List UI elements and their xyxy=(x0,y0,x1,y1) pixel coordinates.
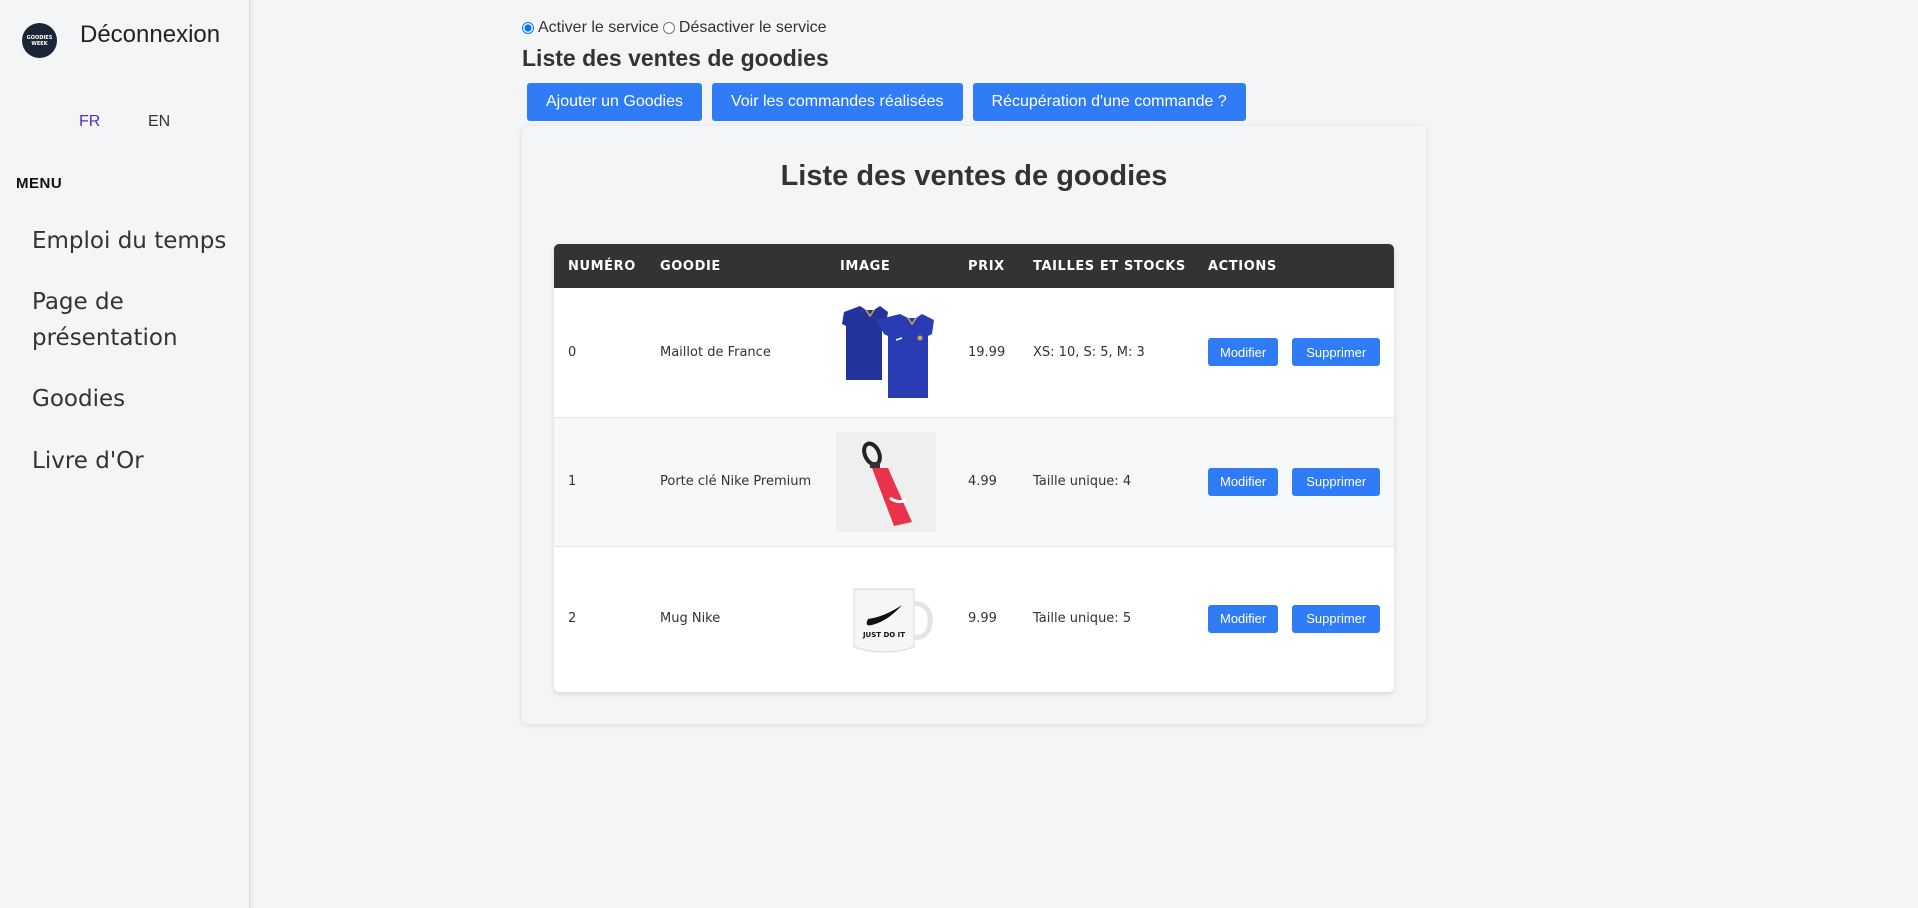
cell-actions: Modifier Supprimer xyxy=(1194,288,1394,418)
delete-button[interactable]: Supprimer xyxy=(1292,338,1381,367)
cell-numero: 1 xyxy=(554,417,646,547)
table-row: 2 Mug Nike JUST DO IT 9.99 Taille unique… xyxy=(554,546,1394,691)
logo-text: GOODIES WEEK xyxy=(26,34,53,47)
col-header-goodie: GOODIE xyxy=(660,258,721,274)
edit-button[interactable]: Modifier xyxy=(1208,467,1279,496)
sidebar-nav: Emploi du temps Page de présentation Goo… xyxy=(32,223,232,505)
disable-service-radio[interactable] xyxy=(662,22,675,34)
cell-tailles: Taille unique: 5 xyxy=(1033,611,1132,627)
cell-image: JUST DO IT xyxy=(826,546,954,691)
enable-service-radio[interactable] xyxy=(522,22,534,34)
table-row: 0 Maillot de France 19.99 XS: 10, S: 5, … xyxy=(554,288,1394,418)
goodies-table-container: NUMÉRO GOODIE IMAGE PRIX TAILLES ET STOC… xyxy=(554,244,1394,692)
cell-image xyxy=(826,417,954,547)
cell-numero: 0 xyxy=(554,288,646,418)
goodie-name: Maillot de France xyxy=(660,344,771,360)
keychain-image xyxy=(836,431,936,532)
sidebar-item-emploi-du-temps[interactable]: Emploi du temps xyxy=(32,223,232,259)
card-title: Liste des ventes de goodies xyxy=(780,160,1168,192)
enable-service-label: Activer le service xyxy=(538,19,659,36)
logo[interactable]: GOODIES WEEK xyxy=(22,23,57,58)
edit-button[interactable]: Modifier xyxy=(1208,604,1279,633)
col-header-image: IMAGE xyxy=(840,258,891,274)
delete-button[interactable]: Supprimer xyxy=(1292,467,1381,496)
menu-title: MENU xyxy=(16,175,63,192)
goodie-name: Porte clé Nike Premium xyxy=(660,474,812,489)
view-orders-button[interactable]: Voir les commandes réalisées xyxy=(711,83,963,121)
logout-link[interactable]: Déconnexion xyxy=(80,21,220,49)
col-header-actions: ACTIONS xyxy=(1208,258,1277,274)
add-goodie-button[interactable]: Ajouter un Goodies xyxy=(527,83,702,121)
delete-button[interactable]: Supprimer xyxy=(1292,604,1381,633)
disable-service-label: Désactiver le service xyxy=(678,19,827,36)
col-header-tailles: TAILLES ET STOCKS xyxy=(1033,258,1186,274)
mug-print-text: JUST DO IT xyxy=(862,631,905,639)
sidebar-item-presentation[interactable]: Page de présentation xyxy=(32,284,232,356)
sidebar-item-livre-dor[interactable]: Livre d'Or xyxy=(32,443,232,479)
cell-tailles: Taille unique: 4 xyxy=(1019,417,1194,547)
table-header-row: NUMÉRO GOODIE IMAGE PRIX TAILLES ET STOC… xyxy=(554,244,1394,288)
page-title: Liste des ventes de goodies xyxy=(522,45,829,71)
lang-fr[interactable]: FR xyxy=(79,113,100,131)
cell-tailles: XS: 10, S: 5, M: 3 xyxy=(1019,288,1194,418)
cell-actions: Modifier Supprimer xyxy=(1194,546,1394,691)
sidebar: GOODIES WEEK Déconnexion FR EN MENU Empl… xyxy=(0,0,250,908)
jersey-image xyxy=(842,306,934,399)
goodie-name: Mug Nike xyxy=(660,611,721,627)
goodies-table: NUMÉRO GOODIE IMAGE PRIX TAILLES ET STOC… xyxy=(554,244,1394,691)
lang-en[interactable]: EN xyxy=(148,113,170,131)
toolbar: Ajouter un Goodies Voir les commandes ré… xyxy=(527,83,1246,121)
cell-image xyxy=(826,288,954,418)
cell-goodie: Porte clé Nike Premium xyxy=(646,417,826,547)
edit-button[interactable]: Modifier xyxy=(1208,338,1279,367)
table-row: 1 Porte clé Nike Premium 4.99 Taille uni… xyxy=(554,417,1394,547)
cell-prix: 19.99 xyxy=(954,288,1019,418)
cell-numero: 2 xyxy=(568,611,577,627)
service-toggle: Activer le service Désactiver le service xyxy=(522,19,831,37)
mug-image: JUST DO IT xyxy=(836,568,936,669)
disable-service-option[interactable]: Désactiver le service xyxy=(662,19,827,37)
col-header-numero: NUMÉRO xyxy=(568,258,636,274)
cell-actions: Modifier Supprimer xyxy=(1194,417,1394,547)
cell-goodie: Mug Nike xyxy=(646,546,826,691)
retrieve-order-button[interactable]: Récupération d'une commande ? xyxy=(972,83,1246,121)
cell-prix: 4.99 xyxy=(954,417,1019,547)
cell-goodie: Maillot de France xyxy=(646,288,826,418)
goodies-card: Liste des ventes de goodies NUMÉRO GOODI… xyxy=(522,126,1426,724)
cell-prix: 9.99 xyxy=(968,611,997,627)
col-header-prix: PRIX xyxy=(968,258,1005,274)
enable-service-option[interactable]: Activer le service xyxy=(522,19,659,37)
sidebar-item-goodies[interactable]: Goodies xyxy=(32,381,232,417)
